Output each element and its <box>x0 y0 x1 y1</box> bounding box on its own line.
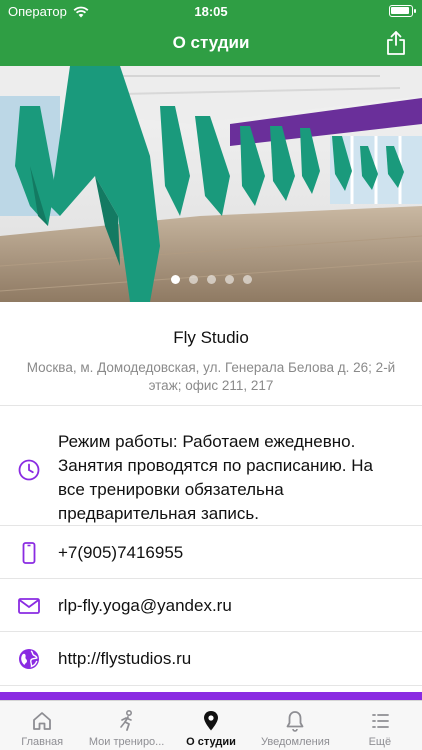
tab-label: Уведомления <box>261 736 330 748</box>
tab-home[interactable]: Главная <box>0 701 84 750</box>
tab-notifications[interactable]: Уведомления <box>253 701 337 750</box>
mail-icon <box>18 598 40 614</box>
email-row[interactable]: rlp-fly.yoga@yandex.ru <box>0 579 422 632</box>
tab-my-workouts[interactable]: Мои трениро... <box>84 701 168 750</box>
accent-divider <box>0 692 422 700</box>
battery-icon <box>389 5 416 17</box>
studio-address: Москва, м. Домодедовская, ул. Генерала Б… <box>26 360 396 393</box>
bell-icon <box>287 711 304 732</box>
studio-photo-carousel[interactable] <box>0 66 422 302</box>
studio-name: Fly Studio <box>173 328 249 347</box>
globe-icon <box>19 649 39 669</box>
carousel-dot[interactable] <box>242 275 252 284</box>
carousel-dot[interactable] <box>188 275 198 284</box>
share-button[interactable] <box>384 30 408 56</box>
studio-info: Fly Studio Москва, м. Домодедовская, ул.… <box>0 302 422 406</box>
working-hours-text: Режим работы: Работаем ежедневно. Заняти… <box>58 432 373 523</box>
more-list-icon <box>371 714 389 728</box>
tab-bar: Главная Мои трениро... О студии Уведомле… <box>0 700 422 750</box>
carousel-dot[interactable] <box>170 275 180 284</box>
carousel-dot[interactable] <box>224 275 234 284</box>
studio-photo <box>0 66 422 302</box>
phone-icon <box>22 542 36 564</box>
clock-icon <box>18 459 40 481</box>
carousel-dot[interactable] <box>206 275 216 284</box>
website-row[interactable]: http://flystudios.ru <box>0 632 422 686</box>
home-icon <box>33 712 52 730</box>
phone-row[interactable]: +7(905)7416955 <box>0 526 422 579</box>
page-title: О студии <box>172 33 250 52</box>
tab-more[interactable]: Ещё <box>338 701 422 750</box>
carousel-page-indicator[interactable] <box>0 275 422 284</box>
tab-label: Ещё <box>368 736 392 748</box>
tab-label: Мои трениро... <box>88 736 165 748</box>
share-icon <box>387 31 405 55</box>
phone-number[interactable]: +7(905)7416955 <box>58 543 404 563</box>
workout-icon <box>119 709 132 731</box>
status-bar: Оператор 18:05 <box>0 0 422 22</box>
tab-about-studio[interactable]: О студии <box>169 701 253 750</box>
tab-label: Главная <box>21 736 64 748</box>
status-time: 18:05 <box>194 4 228 19</box>
working-hours-row: Режим работы: Работаем ежедневно. Заняти… <box>0 406 422 526</box>
location-pin-icon <box>204 711 219 731</box>
email-address[interactable]: rlp-fly.yoga@yandex.ru <box>58 596 404 616</box>
website-link[interactable]: http://flystudios.ru <box>58 649 404 669</box>
tab-label: О студии <box>186 736 236 748</box>
header-bar: Оператор 18:05 О студии <box>0 0 422 66</box>
